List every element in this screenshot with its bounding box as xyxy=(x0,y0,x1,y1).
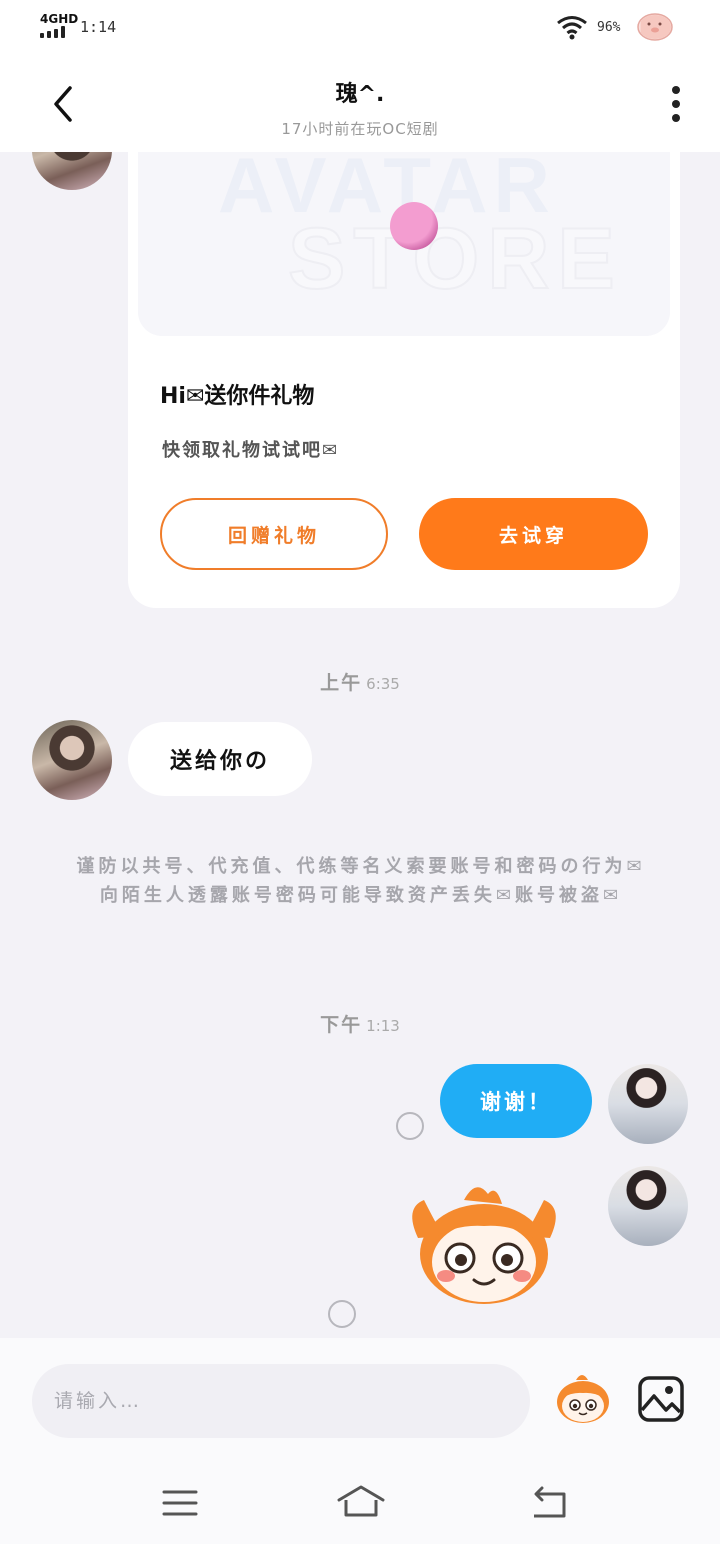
security-warning: 谨防以共号、代充值、代练等名义索要账号和密码の行为✉向陌生人透露账号密码可能导致… xyxy=(76,856,646,906)
chat-title: 瑰^. xyxy=(335,82,385,107)
battery-pig-icon xyxy=(637,13,673,41)
emoji-sticker-icon[interactable] xyxy=(552,1368,614,1430)
store-image-text: STORE xyxy=(287,210,623,308)
avatar[interactable] xyxy=(608,1166,688,1246)
menu-icon[interactable] xyxy=(160,1486,200,1520)
avatar[interactable] xyxy=(608,1064,688,1144)
avatar[interactable] xyxy=(32,720,112,800)
gift-instruction: 快领取礼物试试吧✉ xyxy=(162,440,340,461)
timestamp-period: 上午 xyxy=(320,672,363,694)
pink-ball-decoration xyxy=(390,202,438,250)
header-content: 瑰^. 17小时前在玩OC短剧 xyxy=(0,56,720,152)
message-input[interactable] xyxy=(32,1364,530,1438)
timestamp: 上午 6:35 xyxy=(0,668,720,695)
home-icon[interactable] xyxy=(336,1484,386,1520)
status-time: 1:14 xyxy=(80,18,117,36)
sending-status-icon xyxy=(328,1300,356,1328)
image-icon[interactable] xyxy=(636,1374,686,1424)
try-on-button[interactable]: 去试穿 xyxy=(419,498,648,570)
network-type: 4GHD xyxy=(40,12,79,26)
status-bar: 4GHD 1:14 96% xyxy=(0,0,720,56)
incoming-message[interactable]: 送给你の xyxy=(128,722,312,796)
mascot-sticker[interactable] xyxy=(404,1178,564,1308)
signal-icon xyxy=(40,26,70,38)
timestamp-period: 下午 xyxy=(320,1014,363,1036)
timestamp-time: 6:35 xyxy=(366,675,400,693)
input-bar xyxy=(0,1338,720,1544)
timestamp-time: 1:13 xyxy=(366,1017,400,1035)
gift-greeting: Hi✉送你件礼物 xyxy=(160,384,315,409)
timestamp: 下午 1:13 xyxy=(0,1010,720,1037)
return-gift-button[interactable]: 回赠礼物 xyxy=(160,498,388,570)
more-vertical-icon[interactable] xyxy=(666,84,686,124)
sending-status-icon xyxy=(396,1112,424,1140)
chat-subtitle: 17小时前在玩OC短剧 xyxy=(281,120,439,138)
outgoing-message[interactable]: 谢谢！ xyxy=(440,1064,592,1138)
wifi-icon xyxy=(557,16,587,40)
battery-level: 96% xyxy=(597,20,621,35)
back-icon[interactable] xyxy=(528,1486,568,1520)
gift-message-card: AVATAR STORE Hi✉送你件礼物 快领取礼物试试吧✉ 回赠礼物 去试穿 xyxy=(128,100,680,608)
